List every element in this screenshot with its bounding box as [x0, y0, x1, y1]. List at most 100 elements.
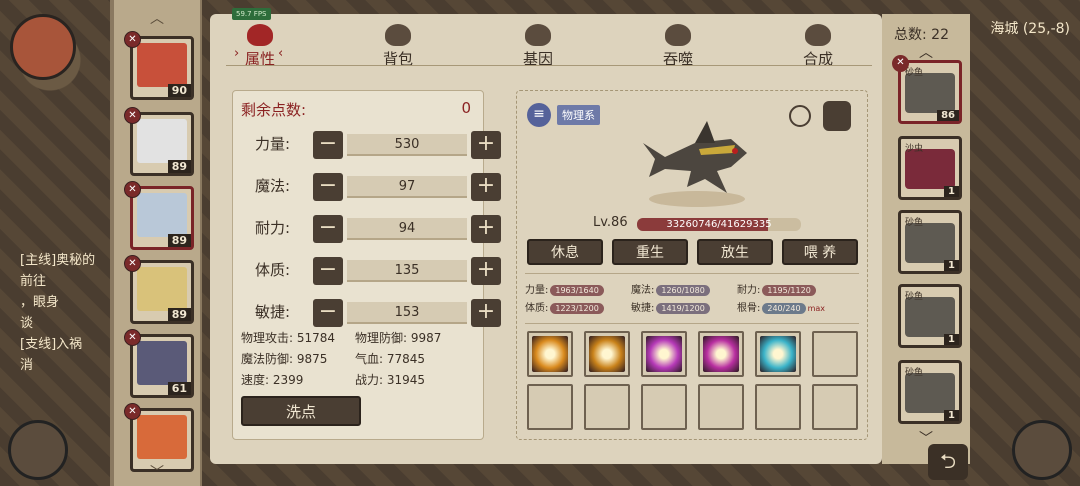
tab-3[interactable]: 吞噬	[638, 24, 718, 69]
creature-list-card[interactable]: 砂鱼 1	[898, 360, 962, 424]
minus-button[interactable]: −	[313, 215, 343, 243]
divider	[525, 273, 859, 274]
creature-name: 沙虫	[905, 144, 924, 154]
plus-button[interactable]: +	[471, 299, 501, 327]
quest-line: [支线]入祸	[20, 337, 83, 352]
tab-2[interactable]: 基因	[498, 24, 578, 69]
chevron-left-icon: ›	[234, 46, 240, 61]
skill-slot[interactable]	[755, 331, 801, 377]
skill-slot[interactable]	[584, 331, 630, 377]
empty-skill-slot[interactable]	[527, 384, 573, 430]
creature-name: 砂鱼	[905, 368, 924, 378]
attribute-row: 魔法: −97 +	[233, 169, 501, 203]
minus-button[interactable]: −	[313, 299, 343, 327]
remaining-points-value: 0	[461, 99, 471, 117]
quest-line: 消	[20, 358, 34, 373]
creature-action-button[interactable]: 休息	[527, 239, 603, 265]
roster-pet-card[interactable]: ✕ 89	[124, 255, 194, 324]
attribute-row: 体质: −135 +	[233, 253, 501, 287]
creature-action-button[interactable]: 放生	[697, 239, 773, 265]
chevron-up-icon[interactable]: ︿	[114, 8, 200, 28]
attribute-stepper[interactable]: −530 +	[313, 131, 501, 159]
list-icon[interactable]: ≡	[527, 103, 551, 127]
attribute-stepper[interactable]: −94 +	[313, 215, 501, 243]
roster-pet-card[interactable]: ✕ 89	[124, 181, 194, 250]
pet-portrait	[137, 119, 187, 163]
empty-skill-slot[interactable]	[584, 384, 630, 430]
attribute-name: 耐力:	[255, 219, 291, 237]
pet-portrait	[137, 193, 187, 237]
creature-list-card[interactable]: 砂鱼 1	[898, 210, 962, 274]
skill-slot[interactable]	[698, 331, 744, 377]
roster-pet-card[interactable]: ✕ 61	[124, 329, 194, 398]
roster-pet-card[interactable]: ✕ 90	[124, 31, 194, 100]
attribute-stepper[interactable]: −153 +	[313, 299, 501, 327]
pet-detail-panel: 属性 › ‹ 背包 基因 吞噬 合成 剩余点数: 0 力量: −530 + 魔法: −97 + 耐力: −…	[210, 14, 882, 464]
rename-quill-icon[interactable]	[789, 105, 811, 127]
growth-stat-label: 敏捷:	[631, 303, 655, 314]
equip-badge-icon: ✕	[124, 255, 141, 272]
creature-list-card[interactable]: 沙虫 1	[898, 136, 962, 200]
combat-stat: 物理防御: 9987	[355, 331, 442, 345]
lock-icon[interactable]	[823, 101, 851, 131]
quest-line: [主线]奥秘的	[20, 253, 96, 268]
skill-icon	[532, 336, 568, 372]
creature-panel: ≡ 物理系 Lv.86 33260746/41629335 休息 重生 放生喂 养 …	[516, 90, 868, 440]
flame-icon	[247, 24, 273, 46]
pet-level: 89	[167, 234, 191, 247]
skill-slot[interactable]	[641, 331, 687, 377]
creature-thumbnail	[905, 149, 955, 189]
attribute-value: 530	[347, 134, 467, 156]
creature-action-button[interactable]: 喂 养	[782, 239, 858, 265]
attribute-panel: 剩余点数: 0 力量: −530 + 魔法: −97 + 耐力: −94 + 体质: −135 + 敏捷…	[232, 90, 501, 440]
quest-line: 前往	[20, 274, 47, 289]
creature-name: 砂鱼	[905, 292, 924, 302]
minus-button[interactable]: −	[313, 131, 343, 159]
equip-badge-icon: ✕	[124, 181, 141, 198]
growth-stat-label: 耐力:	[737, 285, 761, 296]
creature-list-card[interactable]: 砂鱼 86 ✕	[892, 55, 962, 124]
world-action-button-right[interactable]	[1012, 420, 1072, 480]
creature-list-card[interactable]: 砂鱼 1	[898, 284, 962, 348]
pet-portrait	[137, 415, 187, 459]
attribute-stepper[interactable]: −97 +	[313, 173, 501, 201]
quest-line: 谈	[20, 316, 34, 331]
empty-skill-slot[interactable]	[755, 384, 801, 430]
attribute-stepper[interactable]: −135 +	[313, 257, 501, 285]
skill-slot[interactable]	[527, 331, 573, 377]
reset-points-button[interactable]: 洗点	[241, 396, 361, 426]
empty-skill-slot[interactable]	[812, 384, 858, 430]
tab-4[interactable]: 合成	[778, 24, 858, 69]
skill-icon	[589, 336, 625, 372]
quest-tracker[interactable]: [主线]奥秘的 前往 ，眼身 谈 [支线]入祸 消	[20, 250, 110, 376]
tab-0[interactable]: 属性 › ‹	[220, 24, 300, 69]
eye-icon	[525, 24, 551, 46]
player-avatar[interactable]	[10, 14, 76, 80]
attribute-value: 94	[347, 218, 467, 240]
plus-button[interactable]: +	[471, 131, 501, 159]
plus-button[interactable]: +	[471, 173, 501, 201]
growth-stat: 力量: 1963/1640	[525, 281, 604, 296]
creature-action-button[interactable]: 重生	[612, 239, 688, 265]
empty-skill-slot[interactable]	[641, 384, 687, 430]
empty-skill-slot[interactable]	[812, 331, 858, 377]
tab-1[interactable]: 背包	[358, 24, 438, 69]
pouch-icon	[385, 24, 411, 46]
growth-stat: 敏捷: 1419/1200	[631, 299, 710, 314]
minus-button[interactable]: −	[313, 173, 343, 201]
growth-stat-label: 魔法:	[631, 285, 655, 296]
empty-skill-slot[interactable]	[698, 384, 744, 430]
plus-button[interactable]: +	[471, 257, 501, 285]
pet-level: 90	[167, 84, 191, 97]
pet-level: 89	[167, 160, 191, 173]
return-arrow-icon[interactable]: ⮌	[928, 444, 968, 480]
minus-button[interactable]: −	[313, 257, 343, 285]
skill-icon	[760, 336, 796, 372]
roster-pet-card[interactable]: ✕ 89	[124, 107, 194, 176]
equip-badge-icon: ✕	[124, 403, 141, 420]
growth-stat: 魔法: 1260/1080	[631, 281, 710, 296]
plus-button[interactable]: +	[471, 215, 501, 243]
chevron-down-icon[interactable]: ﹀	[114, 462, 200, 482]
world-action-button-left[interactable]	[8, 420, 68, 480]
growth-stat: 体质: 1223/1200	[525, 299, 604, 314]
